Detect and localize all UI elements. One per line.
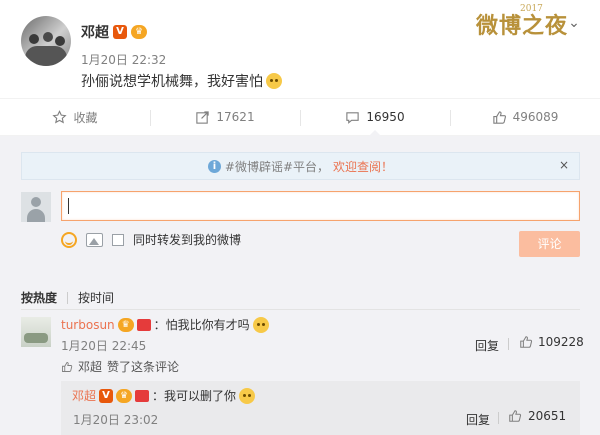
separator [508,338,509,350]
reply-button[interactable]: 回复 [475,337,499,354]
reply-button[interactable]: 回复 [466,411,490,428]
thumbs-up-icon [492,110,506,124]
favorite-button[interactable]: 收藏 [0,99,150,135]
tab-sort-time[interactable]: 按时间 [78,289,114,306]
weibo-post: 邓超 V ♛ 1月20日 22:32 孙俪说想学机械舞，我好害怕 2017 微博… [0,0,600,98]
red-envelope-badge-icon[interactable] [136,318,151,331]
comment-count: 16950 [366,110,405,124]
commenter-name[interactable]: turbosun [61,318,115,332]
liked-by-user[interactable]: 邓超 [78,358,102,375]
chevron-down-icon[interactable]: ⌄ [565,14,583,32]
comment-area: i #微博辟谣#平台， 欢迎查阅！ × 同时转发到我的微博 评论 按热度 按时间… [0,136,600,435]
comment-icon [346,111,360,124]
sync-repost-checkbox[interactable] [112,233,124,246]
reply-text: ：我可以删了你 [152,389,237,403]
repost-button[interactable]: 17621 [150,99,300,135]
image-upload-icon[interactable] [86,232,103,247]
like-count: 496089 [512,110,559,124]
member-badge-icon[interactable]: ♛ [131,25,147,39]
composer-tools: 同时转发到我的微博 [61,231,241,248]
thumbs-up-icon [520,336,533,348]
nested-reply: 邓超 V ♛ ：我可以删了你 1月20日 23:02 回复 20651 [61,381,580,435]
notice-banner: i #微博辟谣#平台， 欢迎查阅！ × [21,152,580,180]
cat-laugh-emoji-icon [266,73,282,89]
divider [21,309,580,310]
submit-comment-button[interactable]: 评论 [519,231,580,257]
festival-logo: 微博之夜 [476,13,569,39]
tab-sort-hot[interactable]: 按热度 [21,289,57,306]
comment-line: turbosun ♛ ：怕我比你有才吗 [61,316,269,333]
current-user-avatar[interactable] [21,192,51,222]
info-icon: i [207,159,221,173]
reply-time: 1月20日 23:02 [73,413,159,427]
thumbs-up-icon [509,410,522,422]
liked-by-line: 邓超 赞了这条评论 [61,358,179,375]
text-cursor [68,198,69,214]
cat-laugh-emoji-icon [252,316,269,333]
star-icon [52,109,68,123]
author-avatar[interactable] [21,16,71,66]
notice-link[interactable]: 欢迎查阅！ [333,158,393,175]
tab-separator [67,291,69,304]
comment-like-count: 109228 [538,335,584,349]
cat-laugh-emoji-icon [239,387,256,404]
author-row: 邓超 V ♛ [81,22,147,42]
sync-repost-label[interactable]: 同时转发到我的微博 [133,231,241,248]
sort-tabs: 按热度 按时间 [21,289,114,306]
emoji-picker-icon[interactable] [61,231,77,248]
red-envelope-badge-icon[interactable] [135,389,150,402]
reply-author[interactable]: 邓超 [72,387,96,404]
close-icon[interactable]: × [559,158,569,172]
thumbs-up-icon [62,361,73,372]
separator [498,412,499,424]
action-bar: 收藏 17621 16950 496089 [0,98,600,136]
share-icon [196,110,210,124]
member-badge-icon[interactable]: ♛ [117,317,134,332]
reply-like-button[interactable]: 20651 [508,409,566,423]
repost-count: 17621 [216,110,255,124]
post-body: 孙俪说想学机械舞，我好害怕 [81,74,263,90]
liked-by-suffix: 赞了这条评论 [107,360,180,374]
post-time[interactable]: 1月20日 22:32 [81,51,166,68]
commenter-avatar[interactable] [21,317,51,347]
reply-line: 邓超 V ♛ ：我可以删了你 [72,387,256,404]
reply-like-count: 20651 [528,409,567,423]
member-badge-icon[interactable]: ♛ [116,388,133,403]
like-button[interactable]: 496089 [450,99,600,135]
author-name[interactable]: 邓超 [81,22,109,42]
comment-like-button[interactable]: 109228 [519,335,584,349]
favorite-label: 收藏 [73,110,98,125]
verified-badge-icon[interactable]: V [99,388,114,403]
comment-input[interactable] [61,191,580,221]
verified-badge-icon[interactable]: V [113,25,127,39]
comment-button[interactable]: 16950 [300,99,450,136]
notice-tag[interactable]: #微博辟谣#平台， [225,158,329,175]
comment-time: 1月20日 22:45 [61,339,147,353]
comment-text: ：怕我比你有才吗 [153,318,250,332]
post-text: 孙俪说想学机械舞，我好害怕 [81,71,282,91]
